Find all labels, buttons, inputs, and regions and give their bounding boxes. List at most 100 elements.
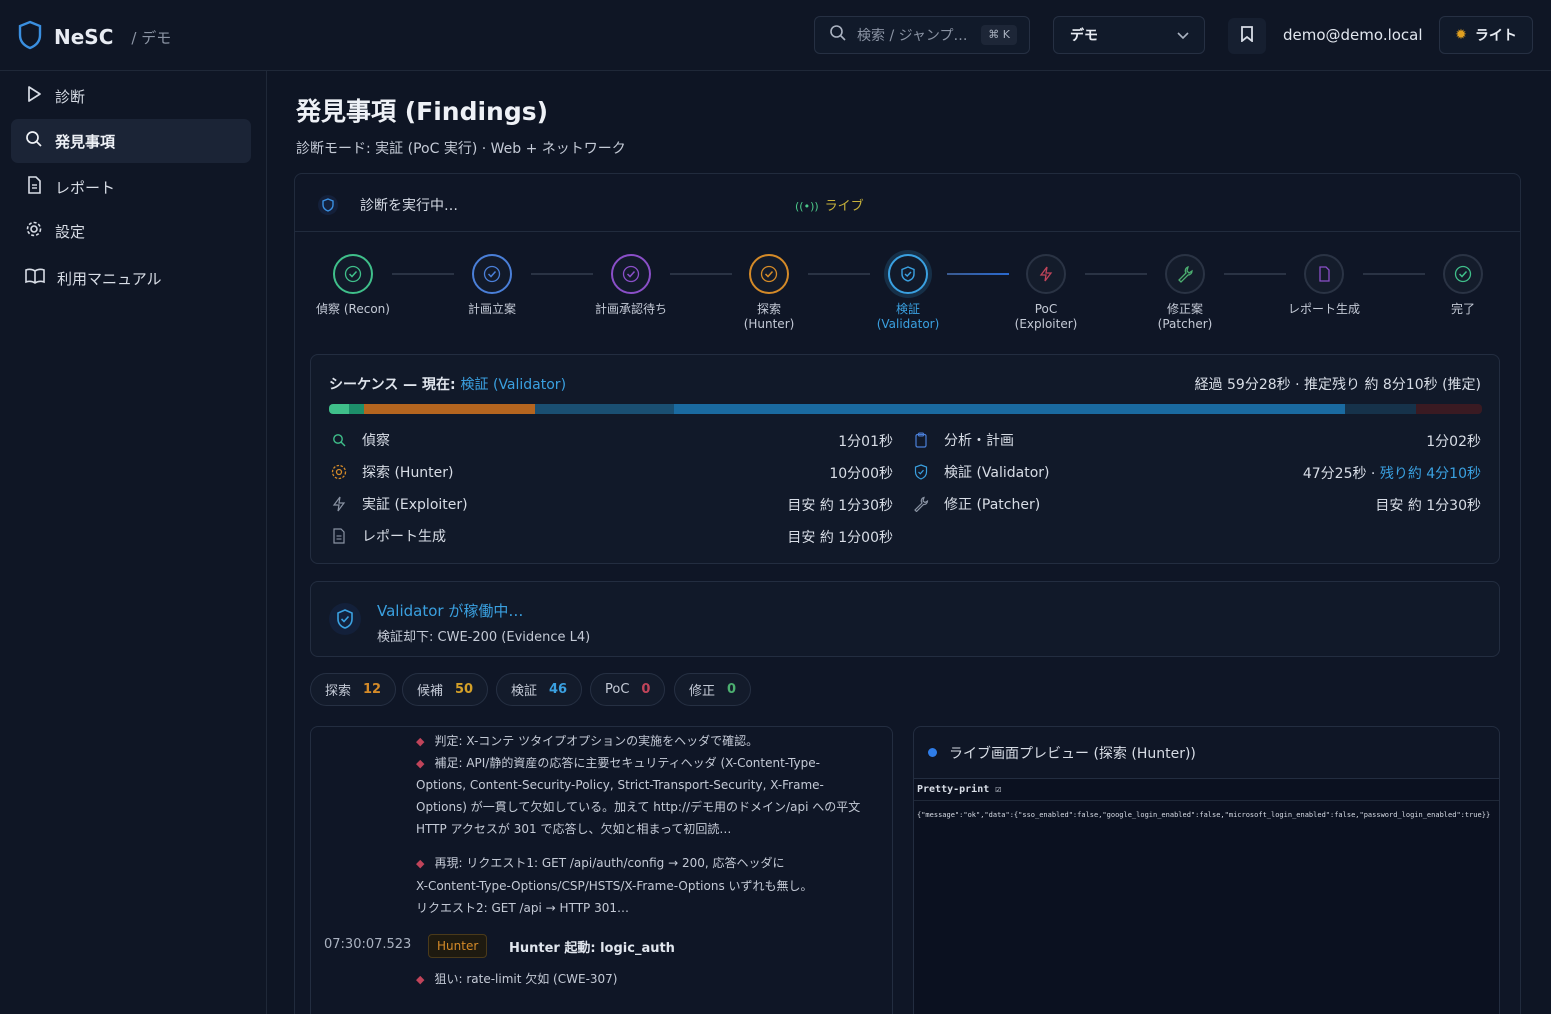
phase-label: 修正 (Patcher)	[944, 497, 1041, 513]
sequence-title: シーケンス — 現在: 検証 (Validator)	[329, 374, 566, 394]
step-label: PoC (Exploiter)	[1014, 302, 1078, 331]
phase-duration-text: 10分00秒	[829, 466, 893, 482]
step-status-icon	[1304, 254, 1344, 294]
step-label: レポート生成	[1287, 302, 1360, 316]
run-header: 診断を実行中… ((•)) ライブ	[295, 174, 1520, 232]
phase-duration: 47分25秒 · 残り約 4分10秒	[1303, 463, 1481, 483]
bullet-icon: ◆	[416, 735, 425, 748]
step-status-icon	[472, 254, 512, 294]
counter-value: 12	[363, 682, 382, 697]
book-icon	[25, 267, 45, 289]
validator-subtitle: 検証却下: CWE-200 (Evidence L4)	[377, 630, 591, 645]
json-response: {"message":"ok","data":{"sso_enabled":fa…	[917, 811, 1491, 819]
pipeline-step: PoC (Exploiter)	[986, 254, 1106, 332]
log-text: 補足: API/静的資産の応答に主要セキュリティヘッダ (X-Content-T…	[434, 756, 820, 770]
validator-title: Validator が稼働中…	[377, 602, 524, 620]
sidebar-item-manual[interactable]: 利用マニュアル	[11, 256, 251, 300]
phase-duration-text: 目安 約 1分30秒	[1375, 498, 1481, 514]
log-panel[interactable]: ◆ 判定: X-コンテ ツタイプオプションの実施をヘッダで確認。 ◆ 補足: API…	[310, 726, 893, 1014]
shield-logo-icon	[18, 20, 42, 54]
environment-value: デモ	[1070, 28, 1098, 44]
pipeline-step: 計画承認待ち	[571, 254, 691, 317]
counter-chip[interactable]: 修正 0	[674, 673, 752, 706]
shield-icon	[317, 194, 339, 220]
search-placeholder: 検索 / ジャンプ…	[857, 28, 968, 44]
log-line: Options, Content-Security-Policy, Strict…	[416, 774, 876, 796]
phase-row: レポート生成	[329, 526, 446, 546]
step-label: 検証 (Validator)	[876, 302, 940, 331]
counter-chip[interactable]: 候補 50	[402, 673, 489, 706]
phase-row: 検証 (Validator)	[911, 462, 1050, 482]
counter-chip[interactable]: 検証 46	[496, 673, 583, 706]
gear-icon	[25, 220, 43, 242]
sidebar-item-settings[interactable]: 設定	[11, 209, 251, 253]
bolt-icon	[329, 496, 349, 512]
phase-duration: 目安 約 1分00秒	[787, 527, 893, 547]
play-icon	[25, 85, 43, 107]
log-text: 再現: リクエスト1: GET /api/auth/config → 200, …	[434, 856, 785, 870]
counter-chip[interactable]: 探索 12	[310, 673, 397, 706]
pipeline-step: 完了	[1403, 254, 1523, 317]
phase-duration-text: 1分02秒	[1426, 434, 1481, 450]
preview-header: ライブ画面プレビュー (探索 (Hunter))	[914, 727, 1499, 779]
sidebar: 診断 発見事項 レポート 設定 利用マニュアル	[0, 71, 267, 1014]
step-status-icon	[1165, 254, 1205, 294]
pipeline-step: 検証 (Validator)	[848, 254, 968, 332]
validator-status-card: Validator が稼働中… 検証却下: CWE-200 (Evidence …	[310, 581, 1500, 657]
chevron-down-icon	[1176, 28, 1190, 46]
bookmark-button[interactable]	[1228, 18, 1266, 54]
log-line: ◆ 補足: API/静的資産の応答に主要セキュリティヘッダ (X-Content-…	[416, 752, 876, 775]
step-status-icon	[333, 254, 373, 294]
pipeline-step: 偵察 (Recon)	[293, 254, 413, 317]
phase-duration: 1分01秒	[838, 431, 893, 451]
theme-toggle-button[interactable]: ✹ ライト	[1439, 16, 1533, 54]
phase-row: 修正 (Patcher)	[911, 494, 1040, 514]
phase-label: レポート生成	[362, 529, 446, 545]
phase-label: 分析・計画	[944, 433, 1014, 449]
sidebar-item-findings[interactable]: 発見事項	[11, 119, 251, 163]
phase-label: 検証 (Validator)	[944, 465, 1050, 481]
log-line: HTTP アクセスが 301 で応答し、欠如と相まって初回読…	[416, 818, 876, 840]
sequence-segment	[1344, 404, 1417, 414]
step-status-icon	[1026, 254, 1066, 294]
log-line: ◆ 判定: X-コンテ ツタイプオプションの実施をヘッダで確認。	[416, 730, 876, 753]
counter-label: 候補	[417, 684, 444, 699]
counter-value: 50	[455, 682, 474, 697]
environment-select[interactable]: デモ	[1053, 16, 1205, 54]
document-icon	[329, 528, 349, 544]
user-email[interactable]: demo@demo.local	[1283, 26, 1423, 44]
step-status-icon	[611, 254, 651, 294]
search-icon	[829, 24, 847, 46]
shield-icon	[911, 464, 931, 480]
sequence-segment	[363, 404, 536, 414]
log-event: Hunter 起動: logic_auth	[509, 941, 675, 956]
clipboard-icon	[911, 432, 931, 448]
search-input[interactable]: 検索 / ジャンプ… ⌘ K	[814, 16, 1030, 54]
bullet-icon: ◆	[416, 973, 425, 986]
pretty-print-toggle[interactable]: Pretty-print ☑	[914, 779, 1499, 801]
sequence-elapsed: 経過 59分28秒 · 推定残り 約 8分10秒 (推定)	[1194, 377, 1481, 393]
sidebar-item-label: 診断	[55, 87, 86, 106]
page-title: 発見事項 (Findings)	[296, 97, 549, 126]
sequence-card: シーケンス — 現在: 検証 (Validator) 経過 59分28秒 · 推…	[310, 354, 1500, 564]
sequence-title-prefix: シーケンス — 現在:	[329, 377, 456, 393]
sidebar-item-label: レポート	[55, 178, 116, 197]
sequence-segment	[1416, 404, 1482, 414]
sidebar-item-label: 利用マニュアル	[57, 269, 162, 288]
document-icon	[25, 176, 43, 198]
phase-label: 偵察	[362, 433, 390, 449]
preview-screen[interactable]: Pretty-print ☑ {"message":"ok","data":{"…	[914, 779, 1499, 1014]
brand[interactable]: NeSC / デモ	[18, 20, 171, 54]
step-status-icon	[888, 254, 928, 294]
log-line: Options) が一貫して欠如している。加えて http://デモ用のドメイン…	[416, 796, 876, 818]
live-dot-icon	[928, 748, 937, 757]
phase-label: 実証 (Exploiter)	[362, 497, 468, 513]
counter-chip[interactable]: PoC 0	[590, 673, 666, 706]
log-text: X-Content-Type-Options/CSP/HSTS/X-Frame-…	[416, 879, 813, 893]
sidebar-item-diagnosis[interactable]: 診断	[11, 74, 251, 118]
step-label: 計画立案	[467, 302, 516, 316]
sidebar-item-report[interactable]: レポート	[11, 165, 251, 209]
search-icon	[25, 130, 43, 152]
step-label: 計画承認待ち	[594, 302, 667, 316]
phase-row: 分析・計画	[911, 430, 1014, 450]
